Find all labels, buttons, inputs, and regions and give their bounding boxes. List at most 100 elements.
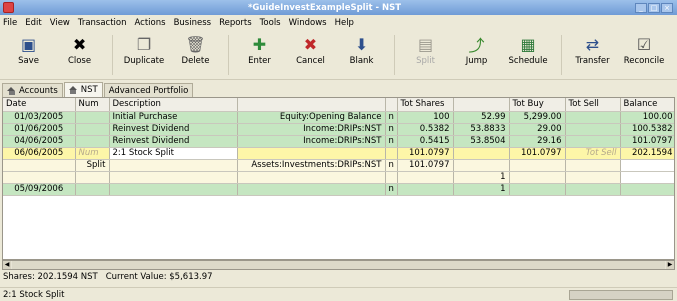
col-transfer[interactable] [237, 98, 386, 112]
table-row[interactable]: 01/03/2005 Initial Purchase Equity:Openi… [3, 111, 674, 124]
close-button[interactable]: ✖ Close [61, 32, 98, 67]
cell-shares[interactable]: 101.0797 [397, 159, 454, 172]
cell-num[interactable] [75, 123, 110, 136]
cell-account[interactable] [237, 171, 386, 184]
cell-description-editing[interactable]: 2:1 Stock Split [109, 147, 238, 160]
col-r[interactable] [385, 98, 398, 112]
col-date[interactable]: Date [3, 98, 76, 112]
cell-shares[interactable]: 0.5415 [397, 135, 454, 148]
table-row[interactable]: 04/06/2005 Reinvest Dividend Income:DRIP… [3, 135, 674, 148]
col-tot-buy[interactable]: Tot Buy [509, 98, 566, 112]
reconcile-button[interactable]: ☑ Reconcile [624, 32, 665, 67]
cell-transfer[interactable]: Income:DRIPs:NST [237, 135, 386, 148]
delete-button[interactable]: 🗑 Delete [177, 32, 214, 67]
menu-actions[interactable]: Actions [135, 18, 166, 28]
col-num[interactable]: Num [75, 98, 110, 112]
cell-memo[interactable] [109, 159, 238, 172]
minimize-icon[interactable]: _ [635, 2, 647, 13]
cell-sell[interactable] [565, 159, 621, 172]
blank-button[interactable]: ⬇ Blank [343, 32, 380, 67]
menu-transaction[interactable]: Transaction [78, 18, 127, 28]
cell-num[interactable] [75, 111, 110, 124]
cell-num[interactable] [75, 183, 110, 196]
cell-shares[interactable]: 101.0797 [397, 147, 454, 160]
scroll-right-icon[interactable]: ▶ [666, 261, 674, 269]
cell-action[interactable] [75, 171, 110, 184]
col-balance[interactable]: Balance [620, 98, 674, 112]
cell-transfer[interactable] [237, 183, 386, 196]
save-button[interactable]: ▣ Save [10, 32, 47, 67]
jump-button[interactable]: ⤴ Jump [458, 32, 495, 66]
cell-shares[interactable]: 0.5382 [397, 123, 454, 136]
cell-buy[interactable]: 5,299.00 [509, 111, 566, 124]
cell-reconcile[interactable]: n [385, 135, 398, 148]
cell-buy[interactable]: 29.16 [509, 135, 566, 148]
cell-buy[interactable]: 29.00 [509, 123, 566, 136]
cell-reconcile[interactable]: n [385, 111, 398, 124]
cell-buy[interactable] [509, 159, 566, 172]
menu-help[interactable]: Help [335, 18, 354, 28]
split-button[interactable]: ▤ Split [407, 32, 444, 67]
cell-price[interactable]: 1 [453, 171, 510, 184]
menu-windows[interactable]: Windows [289, 18, 327, 28]
tab-accounts[interactable]: Accounts [2, 83, 63, 97]
cell-price[interactable]: 53.8833 [453, 123, 510, 136]
cell-date[interactable]: 01/03/2005 [3, 111, 76, 124]
cell-price[interactable]: 1 [453, 183, 510, 196]
schedule-button[interactable]: ▦ Schedule [509, 32, 548, 67]
split-row[interactable]: 1 [3, 171, 674, 184]
cell-description[interactable] [109, 183, 238, 196]
cell-sell[interactable] [565, 123, 621, 136]
register-table[interactable]: Date Num Description Tot Shares Tot Buy … [2, 97, 675, 260]
cell-price[interactable]: 53.8504 [453, 135, 510, 148]
cancel-button[interactable]: ✖ Cancel [292, 32, 329, 67]
maximize-icon[interactable]: □ [648, 2, 660, 13]
cell-price[interactable] [453, 147, 510, 160]
col-price[interactable] [453, 98, 510, 112]
cell-reconcile[interactable] [385, 171, 398, 184]
table-row-blank[interactable]: 05/09/2006 n 1 [3, 183, 674, 196]
cell-transfer[interactable] [237, 147, 386, 160]
cell-date[interactable]: 01/06/2005 [3, 123, 76, 136]
cell-reconcile[interactable] [385, 147, 398, 160]
cell-sell[interactable] [565, 171, 621, 184]
cell-account[interactable]: Assets:Investments:DRIPs:NST [237, 159, 386, 172]
enter-button[interactable]: ✚ Enter [241, 32, 278, 67]
cell-reconcile[interactable]: n [385, 183, 398, 196]
col-description[interactable]: Description [109, 98, 238, 112]
cell-description[interactable]: Reinvest Dividend [109, 123, 238, 136]
cell-transfer[interactable]: Equity:Opening Balance [237, 111, 386, 124]
cell-sell[interactable]: Tot Sell [565, 147, 621, 160]
split-row[interactable]: Split Assets:Investments:DRIPs:NST n 101… [3, 159, 674, 172]
tab-advanced-portfolio[interactable]: Advanced Portfolio [103, 83, 194, 97]
cell-date[interactable]: 05/09/2006 [3, 183, 76, 196]
table-row-selected[interactable]: 06/06/2005 Num 2:1 Stock Split 101.0797 … [3, 147, 674, 160]
cell-reconcile[interactable]: n [385, 159, 398, 172]
menu-file[interactable]: File [3, 18, 17, 28]
scroll-thumb[interactable] [12, 261, 665, 269]
cell-buy[interactable]: 101.0797 [509, 147, 566, 160]
col-tot-shares[interactable]: Tot Shares [397, 98, 454, 112]
col-tot-sell[interactable]: Tot Sell [565, 98, 621, 112]
menu-business[interactable]: Business [174, 18, 211, 28]
cell-memo[interactable] [109, 171, 238, 184]
menu-view[interactable]: View [50, 18, 70, 28]
menu-reports[interactable]: Reports [219, 18, 252, 28]
cell-transfer[interactable]: Income:DRIPs:NST [237, 123, 386, 136]
transfer-button[interactable]: ⇄ Transfer [574, 32, 611, 67]
cell-description[interactable]: Initial Purchase [109, 111, 238, 124]
close-window-icon[interactable]: × [661, 2, 673, 13]
cell-num[interactable] [75, 135, 110, 148]
cell-action[interactable]: Split [75, 159, 110, 172]
tab-nst[interactable]: NST [63, 82, 103, 97]
cell-date[interactable]: 06/06/2005 [3, 147, 76, 160]
cell-buy[interactable] [509, 171, 566, 184]
cell-reconcile[interactable]: n [385, 123, 398, 136]
cell-sell[interactable] [565, 183, 621, 196]
cell-sell[interactable] [565, 111, 621, 124]
menu-tools[interactable]: Tools [260, 18, 281, 28]
menu-edit[interactable]: Edit [25, 18, 41, 28]
cell-description[interactable]: Reinvest Dividend [109, 135, 238, 148]
cell-num[interactable]: Num [75, 147, 110, 160]
scroll-left-icon[interactable]: ◀ [3, 261, 11, 269]
